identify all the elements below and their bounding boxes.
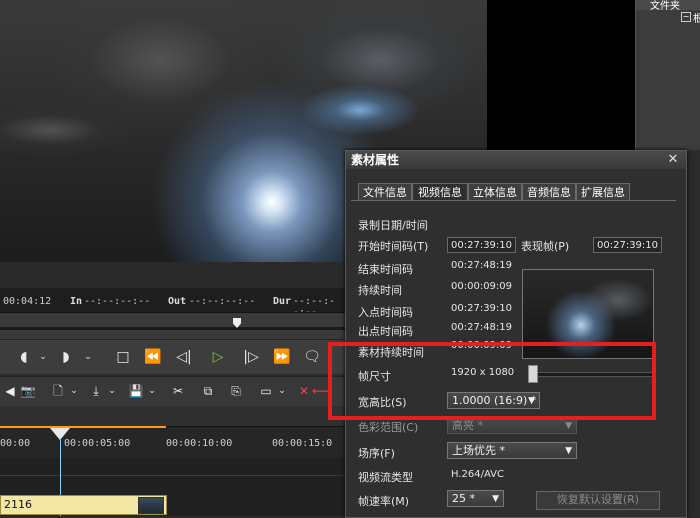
scrub-bar[interactable] <box>0 312 345 339</box>
current-timecode: 00:04:12 <box>3 296 52 307</box>
toolbar-sub-strip <box>0 406 345 426</box>
field-order-select[interactable]: 上场优先 * ▼ <box>447 442 577 459</box>
start-timecode-field[interactable]: 00:27:39:10 <box>447 237 516 253</box>
import-dropdown-icon[interactable]: ⌄ <box>104 383 120 399</box>
reset-defaults-button[interactable]: 恢复默认设置(R) <box>536 491 660 510</box>
play-icon[interactable]: ▷ <box>208 348 228 366</box>
chevron-down-icon: ▼ <box>565 421 572 431</box>
out-point-label: 出点时间码 <box>358 325 413 338</box>
out-timecode: --:--:--:-- <box>189 296 256 307</box>
end-timecode-value: 00:27:48:19 <box>451 260 513 271</box>
chevron-down-icon: ▼ <box>492 494 499 504</box>
dur-label: Dur <box>273 296 292 307</box>
transport-controls: ◖ ⌄ ◗ ⌄ □ ⏪ ◁| ▷ |▷ ⏩ 🗨 <box>0 339 345 374</box>
delete-icon[interactable]: ✕ <box>296 383 312 399</box>
duration-label: 持续时间 <box>358 284 402 297</box>
edit-toolbar: ◀ 📷 🗋 ⌄ ⤓ ⌄ 💾 ⌄ ✂ ⧉ ⎘ ▭ ⌄ ✕ ⟵ <box>0 376 345 408</box>
ripple-delete-icon[interactable]: ⟵ <box>312 383 329 399</box>
capture-icon[interactable]: 📷 <box>20 383 36 399</box>
rep-frame-field[interactable]: 00:27:39:10 <box>593 237 662 253</box>
paste-icon[interactable]: ⎘ <box>228 383 244 399</box>
color-range-label: 色彩范围(C) <box>358 421 419 434</box>
tab-extended-info[interactable]: 扩展信息 <box>576 183 630 201</box>
step-back-icon[interactable]: ◁| <box>174 348 194 366</box>
clip-properties-dialog: 素材属性 ✕ 文件信息 视频信息 立体信息 音频信息 扩展信息 录制日期/时间 … <box>345 150 687 518</box>
import-icon[interactable]: ⤓ <box>88 383 104 399</box>
cut-icon[interactable]: ✂ <box>170 383 186 399</box>
end-timecode-label: 结束时间码 <box>358 263 413 276</box>
in-point-value: 00:27:39:10 <box>451 303 513 314</box>
clip-thumbnail <box>138 497 164 514</box>
fast-forward-icon[interactable]: ⏩ <box>272 348 292 366</box>
field-order-value: 上场优先 * <box>452 444 505 457</box>
track-divider <box>0 475 345 476</box>
timeline-ruler[interactable]: 00:00 00:00:05:00 00:00:10:00 00:00:15:0 <box>0 426 345 459</box>
replace-dropdown-icon[interactable]: ⌄ <box>274 383 290 399</box>
tab-audio-info[interactable]: 音频信息 <box>522 183 576 201</box>
folder-panel: 文件夹 − 根 <box>635 0 700 150</box>
in-label: In <box>70 296 83 307</box>
in-point-label: 入点时间码 <box>358 306 413 319</box>
ruler-tick-label: 00:00:15:0 <box>272 438 333 449</box>
mark-in-dropdown-icon[interactable]: ⌄ <box>33 348 53 366</box>
folder-root[interactable]: 根 <box>693 10 700 25</box>
tab-3d-info[interactable]: 立体信息 <box>468 183 522 201</box>
frame-rate-value: 25 * <box>452 492 475 505</box>
out-point-value: 00:27:48:19 <box>451 322 513 333</box>
tab-file-info[interactable]: 文件信息 <box>358 183 412 201</box>
rewind-icon[interactable]: ⏪ <box>143 348 163 366</box>
loop-icon[interactable]: 🗨 <box>302 348 322 366</box>
color-range-value: 高亮 * <box>452 419 483 432</box>
step-forward-icon[interactable]: |▷ <box>241 348 261 366</box>
scrub-track <box>0 327 345 330</box>
tab-underline <box>351 200 676 201</box>
ruler-tick-label: 00:00 <box>0 438 31 449</box>
ruler-tick-label: 00:00:05:00 <box>64 438 131 449</box>
preview-bottom-strip <box>0 262 345 288</box>
chevron-down-icon: ▼ <box>565 446 572 456</box>
save-icon[interactable]: 💾 <box>128 383 144 399</box>
save-dropdown-icon[interactable]: ⌄ <box>144 383 160 399</box>
new-file-icon[interactable]: 🗋 <box>50 383 66 399</box>
back-arrow-icon[interactable]: ◀ <box>2 383 18 399</box>
video-stream-type-value: H.264/AVC <box>451 469 505 480</box>
stop-icon[interactable]: □ <box>113 348 133 366</box>
new-file-dropdown-icon[interactable]: ⌄ <box>66 383 82 399</box>
timebar-spacer <box>0 288 345 292</box>
highlight-box <box>328 342 656 420</box>
dialog-title: 素材属性 <box>351 153 400 167</box>
clip-label: 2116 <box>4 498 32 511</box>
in-timecode: --:--:--:-- <box>84 296 151 307</box>
out-label: Out <box>168 296 187 307</box>
video-stream-type-label: 视频流类型 <box>358 471 413 484</box>
work-area-bar <box>0 426 166 428</box>
duration-value: 00:00:09:09 <box>451 281 513 292</box>
copy-icon[interactable]: ⧉ <box>200 383 216 399</box>
tab-video-info[interactable]: 视频信息 <box>412 183 468 201</box>
frame-rate-select[interactable]: 25 * ▼ <box>447 490 504 507</box>
field-order-label: 场序(F) <box>358 447 395 460</box>
mark-in-icon[interactable]: ◖ <box>14 348 34 366</box>
replace-icon[interactable]: ▭ <box>258 383 274 399</box>
mark-out-icon[interactable]: ◗ <box>56 348 76 366</box>
mark-out-dropdown-icon[interactable]: ⌄ <box>78 348 98 366</box>
expand-icon[interactable]: − <box>681 12 691 22</box>
frame-rate-label: 帧速率(M) <box>358 495 410 508</box>
close-icon[interactable]: ✕ <box>666 151 680 169</box>
rep-frame-label: 表现帧(P) <box>521 240 570 253</box>
timeline-clip[interactable]: 2116 <box>0 495 167 515</box>
dialog-title-bar[interactable]: 素材属性 <box>346 151 686 169</box>
folder-panel-title: 文件夹 <box>650 1 680 12</box>
ruler-tick-label: 00:00:10:00 <box>166 438 233 449</box>
timecode-bar: 00:04:12 In --:--:--:-- Out --:--:--:-- … <box>0 292 345 318</box>
record-date-label: 录制日期/时间 <box>358 219 428 232</box>
start-timecode-label: 开始时间码(T) <box>358 240 429 253</box>
